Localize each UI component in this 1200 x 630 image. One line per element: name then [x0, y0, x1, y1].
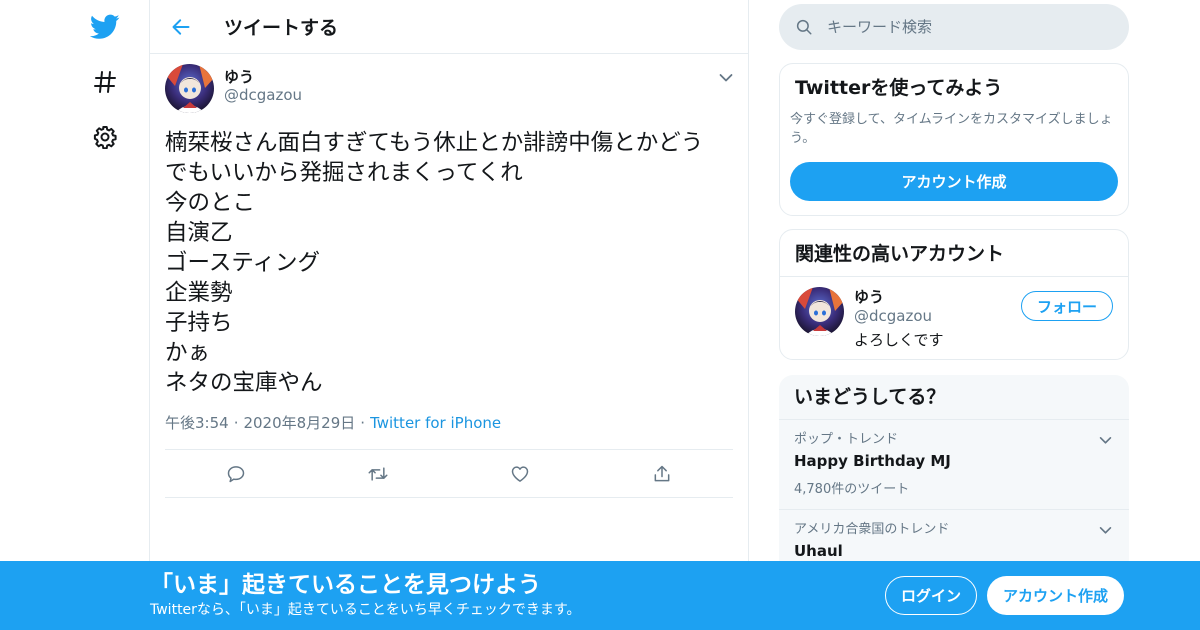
- chevron-down-icon: [719, 74, 733, 82]
- trend-menu-button[interactable]: [1097, 432, 1113, 448]
- trend-name: Uhaul: [794, 542, 843, 560]
- tweet-line: でもいいから発掘されまくってくれ: [165, 160, 523, 186]
- chevron-down-icon: [1099, 526, 1111, 534]
- tweet-actions-wrap: [165, 449, 733, 498]
- main-column: ツイートする ゆう @dcgazou 楠栞桜さん面白すぎてもう休止とか誹謗中傷と…: [149, 0, 749, 630]
- trend-context: アメリカ合衆国のトレンド: [794, 522, 950, 537]
- related-account-bio: よろしくです: [854, 331, 944, 349]
- hashtag-icon[interactable]: [90, 67, 120, 97]
- reply-icon: [227, 465, 245, 482]
- like-button[interactable]: [449, 464, 591, 484]
- meta-separator: ·: [360, 413, 366, 432]
- trend-context: ポップ・トレンド: [794, 432, 899, 447]
- tweet-line: かぁ: [165, 340, 211, 366]
- share-icon: [654, 465, 670, 481]
- share-button[interactable]: [591, 464, 733, 484]
- tweet-source-link[interactable]: Twitter for iPhone: [370, 414, 501, 432]
- retweet-button[interactable]: [307, 464, 449, 484]
- signup-banner: 「いま」起きていることを見つけよう Twitterなら、「いま」起きていることを…: [0, 561, 1200, 630]
- tweet-text: 楠栞桜さん面白すぎてもう休止とか誹謗中傷とかどう でもいいから発掘されまくってく…: [165, 128, 733, 398]
- tweet: ゆう @dcgazou 楠栞桜さん面白すぎてもう休止とか誹謗中傷とかどう でもい…: [150, 54, 748, 433]
- search-input[interactable]: [827, 18, 1077, 36]
- tweet-line: ネタの宝庫やん: [165, 370, 323, 396]
- tweet-line: 楠栞桜さん面白すぎてもう休止とか誹謗中傷とかどう: [165, 130, 704, 156]
- related-accounts-card: 関連性の高いアカウント ゆう @dcgazou よろしくです フォロー: [779, 229, 1129, 360]
- search-bar[interactable]: [779, 4, 1129, 50]
- trends-title: いまどうしてる？: [794, 386, 946, 408]
- related-account-info: ゆう @dcgazou よろしくです: [854, 287, 944, 349]
- gear-icon[interactable]: [90, 122, 120, 152]
- twitter-logo-icon[interactable]: [90, 12, 120, 42]
- login-button[interactable]: ログイン: [885, 576, 977, 615]
- related-account[interactable]: ゆう @dcgazou よろしくです フォロー: [780, 277, 1128, 359]
- tweet-meta: 午後3:54 · 2020年8月29日 · Twitter for iPhone: [165, 412, 733, 433]
- trends-card: いまどうしてる？ ポップ・トレンド Happy Birthday MJ 4,78…: [779, 375, 1129, 573]
- author-display-name[interactable]: ゆう: [224, 68, 302, 86]
- tweet-line: 子持ち: [165, 310, 233, 336]
- chevron-down-icon: [1099, 436, 1111, 444]
- tweet-author[interactable]: ゆう @dcgazou: [165, 64, 733, 113]
- banner-subtitle: Twitterなら、「いま」起きていることをいち早くチェックできます。: [150, 602, 581, 618]
- signup-card-title: Twitterを使ってみよう: [795, 77, 1003, 99]
- trend-menu-button[interactable]: [1097, 522, 1113, 538]
- author-names: ゆう @dcgazou: [224, 68, 302, 104]
- signup-card: Twitterを使ってみよう 今すぐ登録して、タイムラインをカスタマイズしましょ…: [779, 63, 1129, 216]
- trend-item[interactable]: ポップ・トレンド Happy Birthday MJ 4,780件のツイート: [779, 419, 1129, 509]
- retweet-icon: [368, 466, 388, 481]
- follow-button[interactable]: フォロー: [1021, 291, 1113, 321]
- tweet-line: ゴースティング: [165, 250, 321, 276]
- meta-separator: ·: [233, 413, 239, 432]
- app: ツイートする ゆう @dcgazou 楠栞桜さん面白すぎてもう休止とか誹謗中傷と…: [0, 0, 1200, 630]
- signup-card-description: 今すぐ登録して、タイムラインをカスタマイズしましょう。: [790, 112, 1113, 146]
- banner-title: 「いま」起きていることを見つけよう: [150, 572, 541, 598]
- reply-button[interactable]: [165, 464, 307, 484]
- related-accounts-title: 関連性の高いアカウント: [795, 243, 1005, 265]
- tweet-line: 企業勢: [165, 280, 233, 306]
- tweet-time[interactable]: 午後3:54: [165, 412, 229, 433]
- arrow-left-icon: [172, 18, 190, 35]
- back-button[interactable]: [166, 12, 196, 42]
- tweet-line: 今のとこ: [165, 190, 256, 216]
- avatar[interactable]: [795, 287, 844, 336]
- related-account-name[interactable]: ゆう: [854, 287, 944, 307]
- author-handle[interactable]: @dcgazou: [224, 86, 302, 104]
- avatar[interactable]: [165, 64, 214, 113]
- banner-create-account-button[interactable]: アカウント作成: [987, 576, 1124, 615]
- like-icon: [511, 465, 529, 482]
- page-title: ツイートする: [224, 17, 339, 39]
- page-header: ツイートする: [150, 0, 748, 54]
- create-account-button[interactable]: アカウント作成: [790, 162, 1118, 201]
- search-icon: [796, 19, 812, 35]
- tweet-date[interactable]: 2020年8月29日: [243, 412, 355, 433]
- tweet-actions: [165, 449, 733, 498]
- related-account-handle[interactable]: @dcgazou: [854, 307, 944, 325]
- trend-count: 4,780件のツイート: [794, 482, 910, 497]
- trend-name: Happy Birthday MJ: [794, 452, 951, 470]
- right-sidebar: Twitterを使ってみよう 今すぐ登録して、タイムラインをカスタマイズしましょ…: [779, 0, 1129, 573]
- tweet-line: 自演乙: [165, 220, 233, 246]
- left-nav: [80, 0, 130, 630]
- tweet-menu-button[interactable]: [716, 68, 736, 88]
